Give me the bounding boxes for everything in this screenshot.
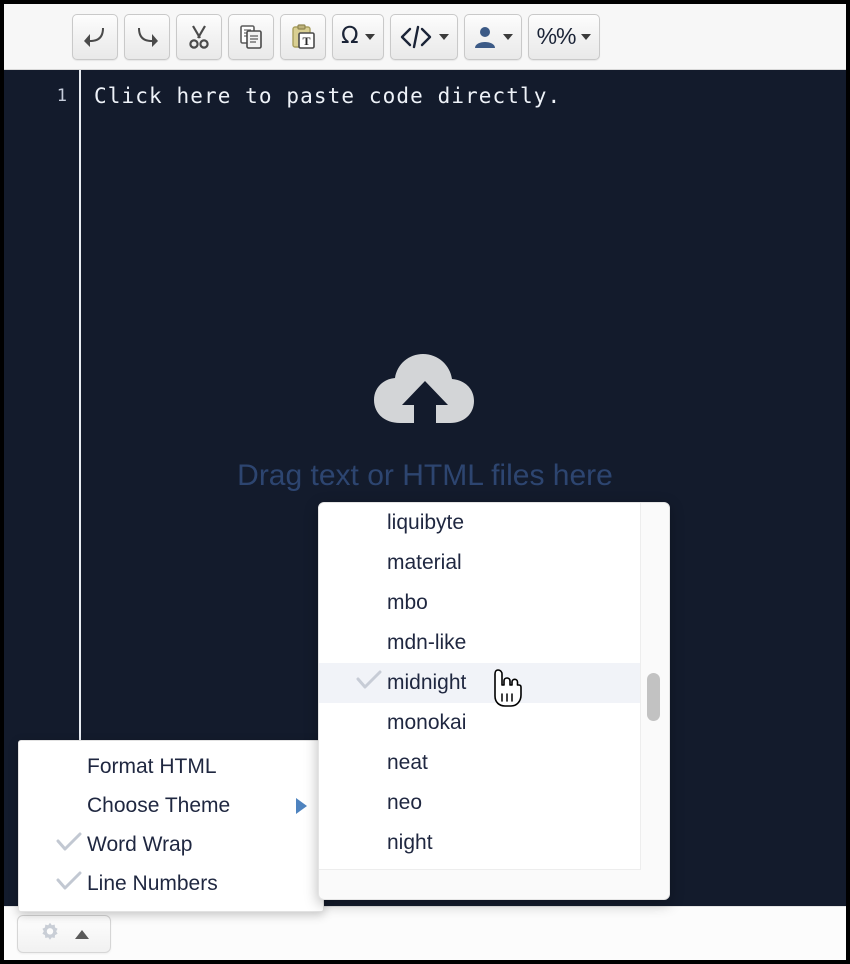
chevron-down-icon: [502, 33, 513, 40]
theme-submenu: liquibyte material mbo mdn-like midnight: [318, 502, 670, 900]
code-tags-icon: [399, 24, 433, 50]
clipboard-text-icon: T: [290, 23, 316, 50]
percent-button[interactable]: %%: [527, 13, 601, 60]
chevron-down-icon: [438, 33, 449, 40]
theme-item-midnight[interactable]: midnight: [319, 663, 640, 703]
copy-button[interactable]: [228, 13, 274, 60]
gear-icon: [39, 921, 61, 948]
theme-list[interactable]: liquibyte material mbo mdn-like midnight: [319, 503, 641, 870]
theme-item-night[interactable]: night: [319, 823, 640, 863]
copy-documents-icon: [238, 24, 264, 50]
context-item-label: Word Wrap: [87, 832, 193, 856]
theme-item-mdn-like[interactable]: mdn-like: [319, 623, 640, 663]
editor-toolbar: T Ω %%: [4, 4, 846, 70]
context-item-word-wrap[interactable]: Word Wrap: [19, 825, 323, 864]
redo-arrow-icon: [134, 24, 160, 50]
editor-status-bar: [4, 906, 846, 960]
source-code-button[interactable]: [389, 13, 458, 60]
checkmark-icon: [55, 870, 83, 898]
theme-item-material[interactable]: material: [319, 543, 640, 583]
caret-up-icon: [75, 929, 89, 939]
line-number: 1: [56, 86, 67, 106]
omega-icon: Ω: [341, 23, 359, 49]
undo-button[interactable]: [72, 13, 118, 60]
special-chars-button[interactable]: Ω: [332, 13, 384, 60]
theme-item-label: material: [387, 551, 462, 574]
theme-item-label: mdn-like: [387, 631, 467, 654]
chevron-down-icon: [581, 33, 592, 40]
editor-context-menu: Format HTML Choose Theme Word Wrap Line …: [18, 740, 324, 912]
theme-item-monokai[interactable]: monokai: [319, 703, 640, 743]
submenu-arrow-icon: [296, 797, 307, 814]
code-line-1: Click here to paste code directly.: [94, 84, 562, 108]
checkmark-icon: [355, 669, 383, 697]
checkmark-icon: [55, 831, 83, 859]
theme-item-label: midnight: [387, 671, 467, 694]
redo-button[interactable]: [124, 13, 170, 60]
theme-item-neat[interactable]: neat: [319, 743, 640, 783]
user-button[interactable]: [463, 13, 522, 60]
theme-item-liquibyte[interactable]: liquibyte: [319, 503, 640, 543]
theme-item-label: night: [387, 831, 433, 854]
scissors-icon: [186, 24, 212, 50]
context-item-format-html[interactable]: Format HTML: [19, 747, 323, 786]
paste-as-text-button[interactable]: T: [280, 13, 326, 60]
context-item-line-numbers[interactable]: Line Numbers: [19, 864, 323, 903]
theme-item-label: monokai: [387, 711, 467, 734]
settings-button[interactable]: [17, 915, 111, 953]
person-icon: [473, 24, 497, 50]
theme-item-mbo[interactable]: mbo: [319, 583, 640, 623]
scrollbar-thumb[interactable]: [647, 673, 660, 721]
context-item-label: Line Numbers: [87, 871, 218, 895]
context-item-choose-theme[interactable]: Choose Theme: [19, 786, 323, 825]
app-frame: T Ω %% 1 Click here to paste code direct…: [0, 0, 850, 964]
theme-item-label: liquibyte: [387, 511, 465, 534]
theme-item-label: mbo: [387, 591, 428, 614]
chevron-down-icon: [364, 33, 375, 40]
context-item-label: Choose Theme: [87, 793, 231, 817]
percent-percent-icon: %%: [536, 23, 577, 49]
context-item-label: Format HTML: [87, 754, 217, 778]
cut-button[interactable]: [176, 13, 222, 60]
theme-item-label: neo: [387, 791, 423, 814]
undo-arrow-icon: [82, 24, 108, 50]
svg-text:T: T: [302, 34, 310, 48]
theme-item-neo[interactable]: neo: [319, 783, 640, 823]
theme-item-label: neat: [387, 751, 428, 774]
theme-list-scrollbar[interactable]: [645, 509, 661, 864]
